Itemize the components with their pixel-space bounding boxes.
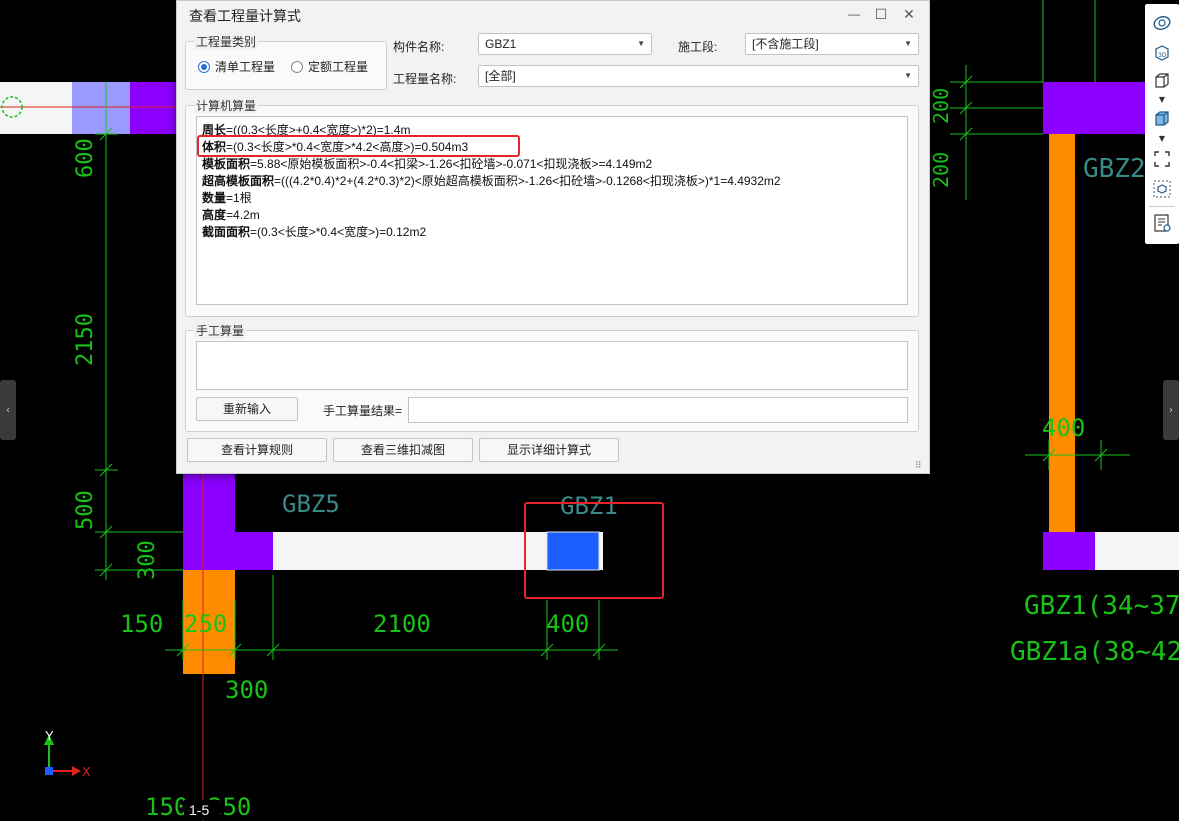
column-blue-light <box>72 82 130 134</box>
formula-expr: =1根 <box>226 191 252 205</box>
construction-stage-value: [不含施工段] <box>752 37 819 51</box>
formula-expr: =4.2m <box>226 208 260 222</box>
column-purple-top <box>130 82 176 134</box>
dim-300-bottom: 300 <box>225 676 268 704</box>
formula-name: 模板面积 <box>202 157 251 171</box>
cube-filled-icon[interactable] <box>1151 108 1173 130</box>
svg-text:3D: 3D <box>1158 52 1167 59</box>
axis-x-label: X <box>82 764 91 779</box>
view-toolbar: 3D ▼ ▼ <box>1145 4 1179 244</box>
formula-name: 超高模板面积 <box>202 174 275 188</box>
resize-grip-icon[interactable]: ⠿ <box>915 460 922 471</box>
manual-result-input[interactable] <box>408 397 908 423</box>
dialog-title: 查看工程量计算式 <box>189 8 301 24</box>
computer-calc-group: 计算机算量 周长=((0.3<长度>+0.4<宽度>)*2)=1.4m 体积=(… <box>185 97 919 317</box>
formula-name: 高度 <box>202 208 227 222</box>
left-collapse-tab[interactable]: ‹ <box>0 380 16 440</box>
dim-600: 600 <box>73 138 98 178</box>
selected-column-gbz1[interactable] <box>546 531 600 571</box>
radio-norm-quantity[interactable]: 定额工程量 <box>291 58 368 75</box>
column-purple-right-top <box>1043 82 1149 134</box>
manual-calc-group: 手工算量 重新输入 手工算量结果= <box>185 322 919 432</box>
radio-bill-quantity[interactable]: 清单工程量 <box>198 58 275 75</box>
component-name-label: 构件名称: <box>393 40 445 54</box>
chevron-down-icon[interactable]: ▼ <box>1157 96 1167 104</box>
radio-norm-quantity-label: 定额工程量 <box>308 60 369 74</box>
show-detail-formula-button[interactable]: 显示详细计算式 <box>479 438 619 462</box>
dim-400-right: 400 <box>1042 414 1085 442</box>
formula-line: 截面面积=(0.3<长度>*0.4<宽度>)=0.12m2 <box>202 224 426 241</box>
radio-bill-quantity-label: 清单工程量 <box>215 60 276 74</box>
construction-stage-select[interactable]: [不含施工段] ▼ <box>745 33 919 55</box>
dim-2100: 2100 <box>373 610 431 638</box>
chevron-down-icon-2[interactable]: ▼ <box>1157 135 1167 143</box>
cube-outline-icon[interactable] <box>1151 70 1173 92</box>
label-gbz2: GBZ2 <box>1083 154 1146 184</box>
quantity-formula-dialog: 查看工程量计算式 — ☐ ✕ 工程量类别 清单工程量 定额工程量 构件名称: G… <box>176 0 930 474</box>
dim-200-a: 200 <box>929 88 953 124</box>
quantity-category-title: 工程量类别 <box>194 33 259 50</box>
radio-dot-unselected <box>291 60 303 73</box>
chevron-down-icon: ▼ <box>904 39 912 48</box>
component-name-select[interactable]: GBZ1 ▼ <box>478 33 652 55</box>
dim-2150: 2150 <box>73 313 98 366</box>
dimension-lines-left <box>95 82 183 580</box>
label-gbz1-floors: GBZ1(34~37层 <box>1024 591 1179 621</box>
property-list-icon[interactable] <box>1151 212 1173 234</box>
axis-indicator: Y X <box>44 728 91 779</box>
dim-400-bottom: 400 <box>546 610 589 638</box>
fit-view-icon[interactable] <box>1151 148 1173 170</box>
manual-calc-textbox[interactable] <box>196 341 908 390</box>
formula-expr: =5.88<原始模板面积>-0.4<扣梁>-1.26<扣砼墙>-0.071<扣现… <box>250 157 653 171</box>
component-name-value: GBZ1 <box>485 37 517 51</box>
dim-200-b: 200 <box>929 152 953 188</box>
dim-150-bottom: 150 <box>145 793 188 821</box>
column-gbz5-arm <box>235 532 273 570</box>
label-gbz1: GBZ1 <box>560 492 618 520</box>
dim-300-left: 300 <box>135 540 160 580</box>
grid-tag: 1-5 <box>189 802 209 818</box>
column-orange-right <box>1049 134 1075 532</box>
computer-calc-title: 计算机算量 <box>194 97 259 114</box>
formula-line: 模板面积=5.88<原始模板面积>-0.4<扣梁>-1.26<扣砼墙>-0.07… <box>202 156 652 173</box>
quantity-category-group: 工程量类别 清单工程量 定额工程量 <box>185 33 387 90</box>
formula-line: 高度=4.2m <box>202 207 260 224</box>
radio-dot-selected <box>198 60 210 73</box>
quantity-name-select[interactable]: [全部] ▼ <box>478 65 919 87</box>
formula-name: 数量 <box>202 191 227 205</box>
close-button[interactable]: ✕ <box>900 5 918 23</box>
formula-name: 截面面积 <box>202 225 251 239</box>
column-gbz5 <box>183 472 235 570</box>
view-3d-icon[interactable]: 3D <box>1151 42 1173 64</box>
minimize-button[interactable]: — <box>845 5 863 23</box>
maximize-button[interactable]: ☐ <box>872 5 890 23</box>
formula-expr: =(0.3<长度>*0.4<宽度>)=0.12m2 <box>250 225 427 239</box>
reenter-button[interactable]: 重新输入 <box>196 397 298 421</box>
dim-150: 150 <box>120 610 163 638</box>
formula-expr: =(((4.2*0.4)*2+(4.2*0.3)*2)<原始超高模板面积>-1.… <box>274 174 781 188</box>
manual-calc-title: 手工算量 <box>194 322 247 339</box>
label-gbz1a-floors: GBZ1a(38~42层 <box>1010 637 1179 667</box>
quantity-name-label: 工程量名称: <box>393 72 457 86</box>
manual-result-label: 手工算量结果= <box>323 404 403 418</box>
label-gbz5: GBZ5 <box>282 490 340 518</box>
element-view-icon[interactable] <box>1151 178 1173 200</box>
chevron-down-icon: ▼ <box>637 39 645 48</box>
chevron-down-icon: ▼ <box>904 71 912 80</box>
computer-calc-textbox[interactable]: 周长=((0.3<长度>+0.4<宽度>)*2)=1.4m 体积=(0.3<长度… <box>196 116 908 305</box>
quantity-name-value: [全部] <box>485 69 516 83</box>
volume-line-highlight <box>197 135 520 157</box>
formula-line: 数量=1根 <box>202 190 252 207</box>
view-calc-rules-button[interactable]: 查看计算规则 <box>187 438 327 462</box>
construction-stage-label: 施工段: <box>678 40 718 54</box>
formula-line: 超高模板面积=(((4.2*0.4)*2+(4.2*0.3)*2)<原始超高模板… <box>202 173 781 190</box>
axis-y-label: Y <box>45 728 54 743</box>
view-3d-deduction-button[interactable]: 查看三维扣减图 <box>333 438 473 462</box>
orbit-icon[interactable] <box>1151 12 1173 34</box>
right-collapse-tab[interactable]: › <box>1163 380 1179 440</box>
column-purple-right-bottom <box>1043 532 1095 570</box>
dim-250: 250 <box>184 610 227 638</box>
dim-500: 500 <box>73 490 98 530</box>
